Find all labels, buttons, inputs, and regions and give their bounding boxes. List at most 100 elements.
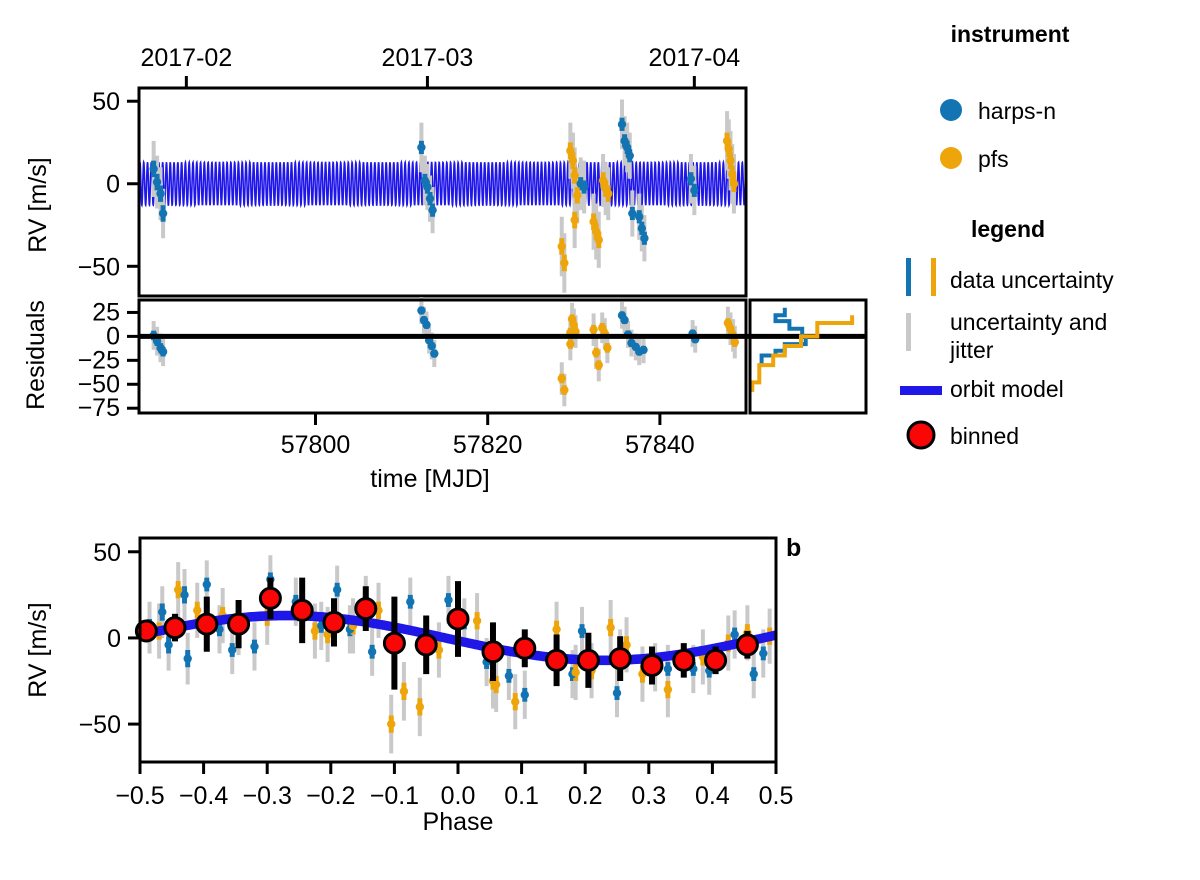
data-point bbox=[603, 343, 612, 353]
data-point bbox=[566, 339, 575, 349]
legend-uncertainty-jitter-label-line1[interactable]: uncertainty and bbox=[950, 309, 1107, 335]
data-point bbox=[568, 156, 578, 165]
data-point bbox=[183, 654, 192, 663]
data-point bbox=[430, 349, 439, 358]
data-point bbox=[504, 671, 514, 681]
data-point bbox=[726, 156, 735, 165]
data-point bbox=[367, 647, 377, 656]
y-axis-tick-label: 0 bbox=[107, 625, 121, 653]
data-point bbox=[472, 616, 482, 625]
data-point bbox=[156, 189, 165, 198]
binned-point bbox=[545, 648, 569, 672]
data-point bbox=[202, 580, 211, 589]
data-point bbox=[566, 146, 575, 155]
data-point bbox=[591, 227, 601, 236]
data-point bbox=[164, 640, 173, 650]
binned-point bbox=[735, 633, 759, 657]
data-point bbox=[594, 360, 603, 370]
legend-orbit-model-label[interactable]: orbit model bbox=[950, 376, 1064, 402]
binned-point bbox=[513, 636, 537, 660]
data-point bbox=[640, 234, 649, 243]
data-point bbox=[749, 669, 758, 679]
binned-point bbox=[195, 612, 219, 636]
phase-x-axis-title: Phase bbox=[423, 808, 494, 836]
data-point bbox=[425, 194, 435, 203]
data-point bbox=[152, 177, 162, 187]
binned-point bbox=[608, 647, 632, 671]
data-point bbox=[444, 595, 453, 605]
legend-orbit-model-line-icon bbox=[900, 386, 942, 395]
data-point bbox=[724, 144, 733, 154]
data-point bbox=[639, 345, 648, 354]
binned-point bbox=[576, 648, 600, 672]
data-point bbox=[604, 189, 613, 198]
data-point bbox=[557, 242, 566, 251]
data-point bbox=[423, 182, 432, 192]
binned-point bbox=[163, 616, 187, 640]
timeseries-y-axis-title: RV [m/s] bbox=[24, 157, 52, 252]
binned-point bbox=[704, 648, 728, 672]
x-axis-tick-label: −0.2 bbox=[306, 782, 355, 810]
data-point bbox=[552, 625, 561, 634]
legend-uncertainty-jitter-label-line2[interactable]: jitter bbox=[949, 337, 994, 363]
legend-data-uncertainty-bar-orange-icon bbox=[931, 258, 936, 296]
binned-point bbox=[258, 586, 282, 610]
data-point bbox=[560, 385, 569, 395]
data-point bbox=[332, 585, 342, 594]
data-point bbox=[730, 337, 740, 347]
x-axis-tick-label: 0.4 bbox=[695, 782, 730, 810]
x-axis-tick-label: −0.1 bbox=[370, 782, 419, 810]
top-axis-tick-label: 2017-02 bbox=[140, 44, 232, 72]
legend-harps-n-marker-icon bbox=[940, 99, 962, 121]
y-axis-tick-label: −75 bbox=[78, 394, 120, 422]
legend-legend-title: legend bbox=[971, 216, 1045, 242]
phase-y-axis-title: RV [m/s] bbox=[24, 602, 52, 697]
x-axis-tick-label: 0.0 bbox=[441, 782, 476, 810]
x-axis-tick-label: 57800 bbox=[281, 431, 351, 459]
data-point bbox=[571, 668, 580, 677]
data-point bbox=[759, 649, 768, 658]
data-point bbox=[158, 209, 168, 218]
y-axis-tick-label: 0 bbox=[106, 171, 120, 199]
data-point bbox=[520, 690, 529, 699]
binned-point bbox=[382, 631, 406, 655]
legend-harps-n-label[interactable]: harps-n bbox=[978, 98, 1056, 124]
data-point bbox=[193, 606, 202, 615]
data-point bbox=[560, 258, 569, 268]
data-point bbox=[399, 687, 409, 696]
data-point bbox=[387, 719, 396, 729]
data-point bbox=[557, 374, 566, 383]
data-point bbox=[637, 224, 647, 233]
data-point bbox=[228, 645, 237, 655]
legend-pfs-label[interactable]: pfs bbox=[978, 146, 1009, 172]
x-axis-tick-label: 0.3 bbox=[631, 782, 666, 810]
binned-point bbox=[446, 607, 470, 631]
x-axis-tick-label: −0.4 bbox=[179, 782, 228, 810]
legend-data-uncertainty-label[interactable]: data uncertainty bbox=[950, 267, 1114, 293]
binned-point bbox=[672, 648, 696, 672]
legend-binned-marker-icon bbox=[906, 420, 936, 450]
binned-point bbox=[640, 654, 664, 678]
data-point bbox=[606, 623, 615, 632]
top-axis-tick-label: 2017-04 bbox=[648, 44, 740, 72]
x-axis-tick-label: 0.2 bbox=[568, 782, 603, 810]
data-point bbox=[663, 685, 673, 694]
data-point bbox=[406, 597, 415, 606]
data-point bbox=[422, 320, 431, 330]
y-axis-tick-label: −50 bbox=[78, 253, 120, 281]
binned-point bbox=[414, 633, 438, 657]
data-point bbox=[690, 186, 699, 195]
legend-binned-label[interactable]: binned bbox=[950, 423, 1019, 449]
data-point bbox=[511, 697, 520, 706]
data-point bbox=[589, 325, 598, 334]
data-point bbox=[427, 341, 436, 351]
panel-tag-b: b bbox=[786, 534, 801, 562]
data-point bbox=[730, 630, 739, 639]
data-point bbox=[594, 235, 603, 245]
top-axis-tick-label: 2017-03 bbox=[382, 44, 474, 72]
data-point bbox=[573, 191, 582, 200]
binned-point bbox=[227, 612, 251, 636]
data-point bbox=[570, 215, 579, 225]
y-axis-tick-label: 50 bbox=[92, 88, 120, 116]
legend-uncertainty-jitter-bar-icon bbox=[906, 313, 911, 351]
